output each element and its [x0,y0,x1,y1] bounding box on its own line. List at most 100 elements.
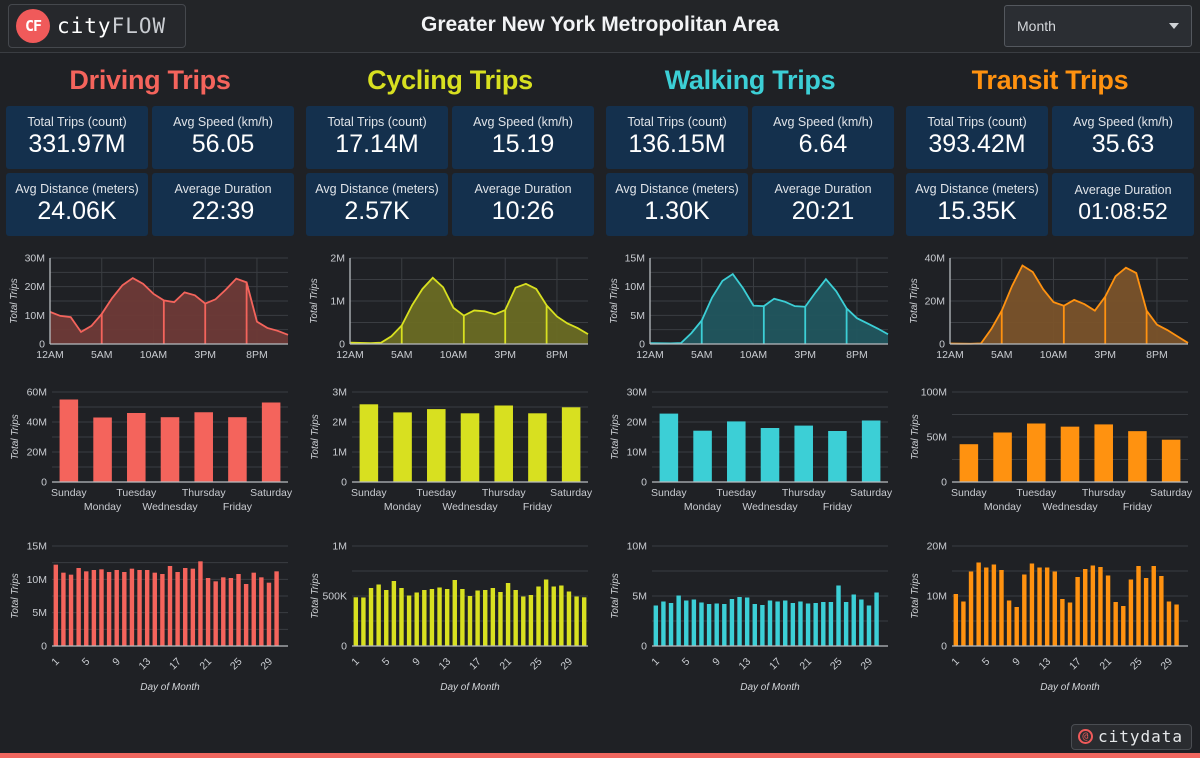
bar [828,602,834,646]
bar [91,570,97,646]
bar [1128,579,1134,646]
dashboard-root: CF cityFLOW Greater New York Metropolita… [0,0,1200,758]
y-axis-tick-label: 100M [921,387,947,399]
x-axis-tick-label: Thursday [1082,487,1127,499]
bar [1151,566,1156,646]
stat-value: 6.64 [798,130,848,159]
bar [422,590,427,646]
bar [93,417,112,482]
bar [368,588,374,646]
bar [261,402,281,482]
stat-label: Avg Speed (km/h) [173,115,273,130]
x-axis-tick-label: 12AM [936,349,963,361]
stat-value: 10:26 [491,197,555,226]
bar [1090,565,1096,646]
bar [68,574,74,646]
x-axis-tick-label: 10AM [740,349,767,361]
bar [243,584,249,646]
x-axis-tick-label: 5AM [691,349,713,361]
bar [1067,602,1073,646]
stat-card: Avg Distance (meters) 15.35K [906,173,1048,236]
stat-value: 2.57K [344,197,410,226]
stat-label: Average Duration [174,182,272,197]
panel-day-of-week-driving: 0 20M 40M 60M Sunday Monday Tuesday Wednesday Th… [6,382,294,524]
y-axis-tick-label: 0 [341,641,347,653]
x-axis-tick-label: Saturday [850,487,893,499]
x-axis-tick-label: 10AM [440,349,467,361]
y-axis-tick-label: 10M [27,574,47,586]
period-dropdown[interactable]: Month [1004,5,1192,47]
bar [144,570,150,646]
bar [993,432,1012,482]
bar [437,587,442,646]
stat-card: Avg Distance (meters) 24.06K [6,173,148,236]
citydata-footer-logo[interactable]: @ citydata [1070,724,1192,750]
x-axis-tick-label: Thursday [482,487,527,499]
cycling-hourly-chart: 01M2M12AM 5AM 10AM 3PM 8PMTotal Trips [309,253,589,361]
bar [228,578,234,646]
x-axis-tick-label: Wednesday [142,501,198,513]
y-axis-tick-label: 20M [925,296,945,308]
x-axis-tick-label: 17 [167,656,184,673]
x-axis-title: Day of Month [440,682,500,693]
bar [475,590,480,646]
bar [752,604,757,646]
bar [1161,439,1181,482]
stat-label: Average Duration [774,182,872,197]
stat-card: Avg Distance (meters) 1.30K [606,173,748,236]
bar [1075,577,1080,646]
at-circle-icon: @ [1077,729,1093,744]
stat-label: Avg Distance (meters) [315,182,439,197]
bar [536,586,541,646]
x-axis-tick-label: Monday [84,501,122,513]
column-title-driving: Driving Trips [69,65,231,95]
bar [1166,601,1172,646]
stat-label: Total Trips (count) [327,115,427,130]
y-axis-tick-label: 0 [641,641,647,653]
bar [1098,567,1103,646]
bar [129,568,135,646]
bar [122,572,127,646]
x-axis-tick-label: 8PM [546,349,568,361]
panel-day-of-week-walking: 0 10M 20M 30M Sunday Monday Tuesday Wednesday Th… [606,382,894,524]
x-axis-tick-label: 21 [1097,656,1114,673]
bar [494,405,513,482]
stat-label: Avg Distance (meters) [15,182,139,197]
panel-hourly-driving: 0 10M 20M 30M 12AM 5AM 10AM 3PM 8PM Total Trips [6,248,294,370]
stat-card: Average Duration 10:26 [452,173,594,236]
stat-label: Average Duration [474,182,572,197]
y-axis-tick-label: 0 [41,477,47,489]
stat-label: Total Trips (count) [627,115,727,130]
bar [127,413,146,482]
x-axis-tick-label: 9 [710,656,723,669]
y-axis-tick-label: 20M [25,281,45,293]
stat-card: Avg Speed (km/h) 35.63 [1052,106,1194,169]
panel-day-of-week-transit: 0 50M 100M Sunday Monday Tuesday Wednesday Thur… [906,382,1194,524]
y-axis-tick-label: 1M [332,541,347,553]
bar [581,597,587,646]
bar [213,581,218,646]
x-axis-tick-label: Monday [984,501,1022,513]
x-axis-tick-label: 10AM [1040,349,1067,361]
bar [843,602,849,646]
x-axis-tick-label: Monday [384,501,422,513]
y-axis-title: Total Trips [10,414,21,460]
bar [783,600,788,646]
panel-day-of-month-transit: 0 10M 20M 1 5 9 13 17 21 25 29 Day of Month Total Tr… [906,536,1194,696]
bar [460,589,465,646]
bar [452,580,457,646]
bar [861,420,881,482]
x-axis-tick-label: Saturday [250,487,293,499]
bar [1143,578,1149,646]
bar [699,602,704,646]
y-axis-title: Total Trips [310,573,321,619]
bar [361,597,366,646]
columns-container: Driving Trips Total Trips (count) 331.97M A… [0,53,1200,696]
y-axis-tick-label: 20M [27,447,47,459]
x-axis-tick-label: 21 [797,656,814,673]
x-axis-tick-label: 8PM [846,349,868,361]
x-axis-tick-label: 13 [437,656,454,673]
x-axis-title: Day of Month [740,682,800,693]
stat-value: 22:39 [191,197,255,226]
stat-label: Avg Distance (meters) [915,182,1039,197]
